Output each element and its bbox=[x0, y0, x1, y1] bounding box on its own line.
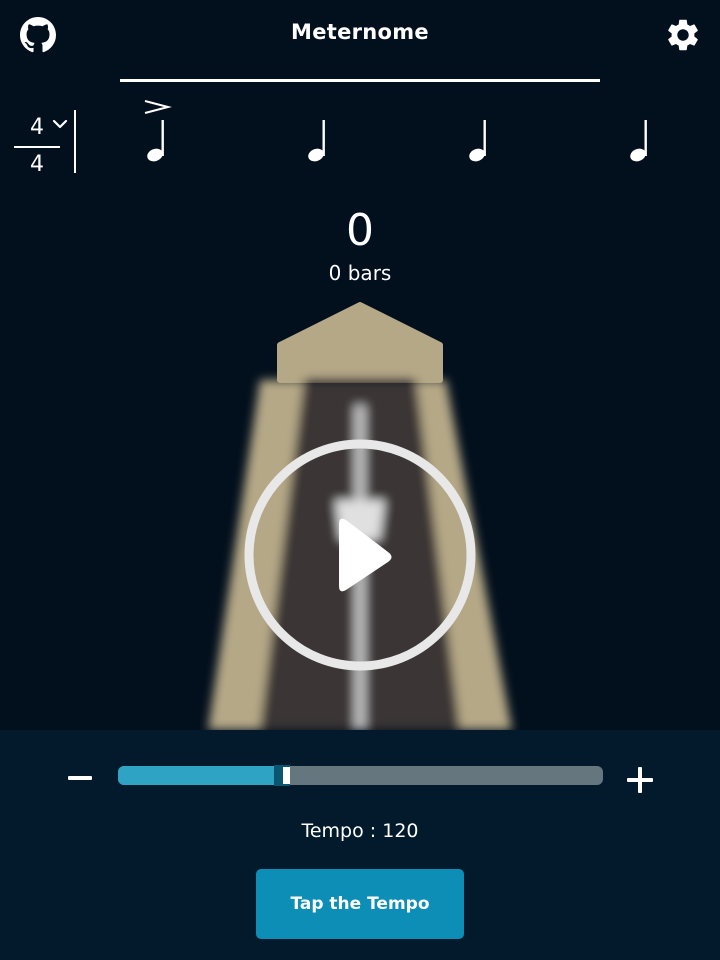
beat-1-accent[interactable] bbox=[138, 98, 178, 168]
app-title: Meternome bbox=[291, 20, 429, 44]
minus-icon[interactable] bbox=[66, 767, 94, 789]
tempo-slider-thumb[interactable] bbox=[274, 765, 290, 786]
play-button[interactable] bbox=[241, 436, 479, 674]
gear-icon[interactable] bbox=[664, 16, 702, 54]
time-signature-selector[interactable]: 4 4 bbox=[14, 112, 74, 182]
tap-tempo-button[interactable]: Tap the Tempo bbox=[256, 869, 464, 939]
beat-2[interactable] bbox=[299, 98, 339, 168]
beat-4[interactable] bbox=[621, 98, 661, 168]
plus-icon[interactable] bbox=[624, 764, 656, 796]
time-signature-separator bbox=[74, 110, 76, 173]
chevron-down-icon bbox=[52, 116, 68, 132]
beat-3[interactable] bbox=[460, 98, 500, 168]
time-signature-denominator: 4 bbox=[30, 152, 44, 177]
time-signature-divider-line bbox=[14, 146, 60, 148]
time-signature-numerator: 4 bbox=[30, 115, 44, 140]
app-header: Meternome bbox=[0, 0, 720, 70]
beat-counter: 0 bbox=[346, 205, 374, 256]
accent-mark-icon bbox=[144, 100, 172, 114]
bar-counter: 0 bars bbox=[328, 261, 392, 285]
tempo-controls-panel: Tempo : 120 Tap the Tempo bbox=[0, 730, 720, 960]
tempo-slider-fill bbox=[118, 766, 290, 785]
play-icon bbox=[339, 518, 392, 592]
beat-progress-bar bbox=[120, 79, 600, 82]
tempo-slider[interactable] bbox=[118, 765, 603, 786]
tempo-label: Tempo : 120 bbox=[301, 820, 419, 842]
